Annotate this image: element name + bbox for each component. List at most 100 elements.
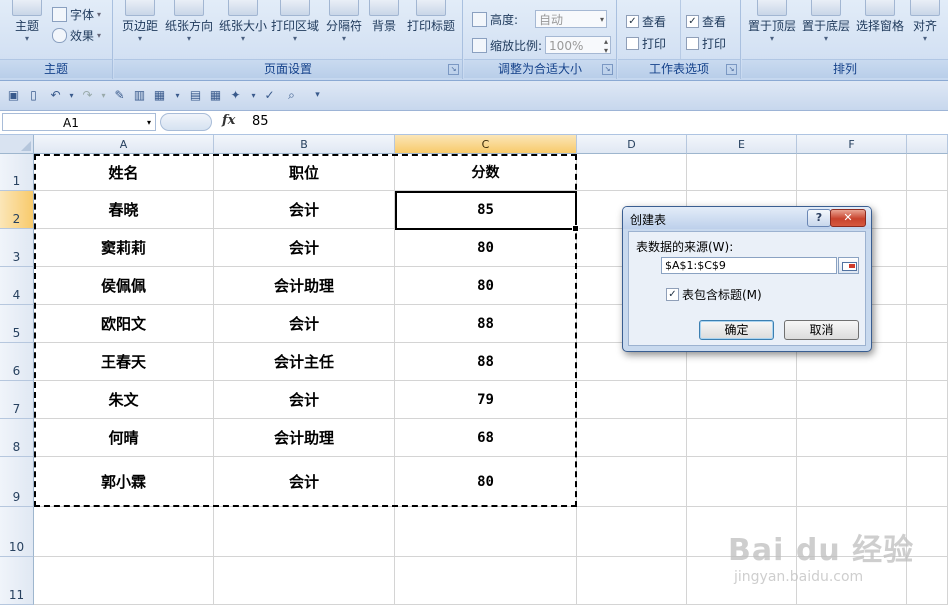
cell-d1[interactable] xyxy=(577,154,687,191)
cell-e1[interactable] xyxy=(687,154,797,191)
dialog-launcher-icon[interactable]: ↘ xyxy=(602,64,613,75)
fonts-button[interactable]: 字体 ▾ xyxy=(52,6,101,23)
cell-g4[interactable] xyxy=(907,267,948,305)
chevron-down-icon[interactable]: ▾ xyxy=(246,88,261,103)
cell-a11[interactable] xyxy=(34,557,214,605)
row-header-4[interactable]: 4 xyxy=(0,267,34,305)
cell-g7[interactable] xyxy=(907,381,948,419)
print-area-button[interactable]: 打印区域 ▾ xyxy=(270,0,320,43)
print-preview-icon[interactable]: ⌕ xyxy=(284,88,299,103)
cell-b10[interactable] xyxy=(214,507,395,557)
chart-icon[interactable]: ▥ xyxy=(132,88,147,103)
cell-c5[interactable]: 88 xyxy=(395,305,577,343)
cell-g8[interactable] xyxy=(907,419,948,457)
chevron-down-icon[interactable]: ▾ xyxy=(64,88,79,103)
chevron-down-icon[interactable]: ▾ xyxy=(96,88,111,103)
size-button[interactable]: 纸张大小 ▾ xyxy=(218,0,268,43)
customize-toolbar-icon[interactable]: ▾ xyxy=(310,88,325,103)
cell-b2[interactable]: 会计 xyxy=(214,191,395,229)
cell-c1[interactable]: 分数 xyxy=(395,154,577,191)
cell-b3[interactable]: 会计 xyxy=(214,229,395,267)
cell-a3[interactable]: 窦莉莉 xyxy=(34,229,214,267)
formula-bar-splitter[interactable] xyxy=(160,113,212,131)
cell-g1[interactable] xyxy=(907,154,948,191)
cell-d11[interactable] xyxy=(577,557,687,605)
column-header-partial[interactable] xyxy=(907,135,948,154)
row-header-7[interactable]: 7 xyxy=(0,381,34,419)
cell-c6[interactable]: 88 xyxy=(395,343,577,381)
gridlines-print-checkbox[interactable]: 打印 xyxy=(626,35,666,52)
send-to-back-button[interactable]: 置于底层 ▾ xyxy=(800,0,852,43)
row-header-9[interactable]: 9 xyxy=(0,457,34,507)
has-headers-checkbox[interactable]: ✓ 表包含标题(M) xyxy=(666,286,762,303)
print-titles-button[interactable]: 打印标题 xyxy=(404,0,458,34)
cell-c7[interactable]: 79 xyxy=(395,381,577,419)
column-header-f[interactable]: F xyxy=(797,135,907,154)
cell-f9[interactable] xyxy=(797,457,907,507)
cell-f7[interactable] xyxy=(797,381,907,419)
cell-e8[interactable] xyxy=(687,419,797,457)
dialog-launcher-icon[interactable]: ↘ xyxy=(448,64,459,75)
cell-c4[interactable]: 80 xyxy=(395,267,577,305)
row-header-6[interactable]: 6 xyxy=(0,343,34,381)
cell-b6[interactable]: 会计主任 xyxy=(214,343,395,381)
cancel-button[interactable]: 取消 xyxy=(784,320,859,340)
ok-button[interactable]: 确定 xyxy=(699,320,774,340)
scale-spinner[interactable]: 100% ▴ ▾ xyxy=(545,36,612,55)
cell-d8[interactable] xyxy=(577,419,687,457)
undo-icon[interactable]: ↶ xyxy=(48,88,63,103)
spelling-icon[interactable]: ✓ xyxy=(262,88,277,103)
cell-a1[interactable]: 姓名 xyxy=(34,154,214,191)
themes-button[interactable]: 主题 ▾ xyxy=(6,0,48,43)
effects-button[interactable]: 效果 ▾ xyxy=(52,27,101,44)
cell-b9[interactable]: 会计 xyxy=(214,457,395,507)
dialog-titlebar[interactable]: 创建表 ? ✕ xyxy=(623,207,871,229)
dialog-launcher-icon[interactable]: ↘ xyxy=(726,64,737,75)
cell-d10[interactable] xyxy=(577,507,687,557)
cell-a7[interactable]: 朱文 xyxy=(34,381,214,419)
height-select[interactable]: 自动 ▾ xyxy=(535,10,608,28)
format-painter-icon[interactable]: ✎ xyxy=(112,88,127,103)
cell-c10[interactable] xyxy=(395,507,577,557)
orientation-button[interactable]: 纸张方向 ▾ xyxy=(164,0,214,43)
align-button[interactable]: 对齐 ▾ xyxy=(908,0,942,43)
cell-c3[interactable]: 80 xyxy=(395,229,577,267)
tools-icon[interactable]: ✦ xyxy=(228,88,243,103)
cell-a2[interactable]: 春晓 xyxy=(34,191,214,229)
cell-a10[interactable] xyxy=(34,507,214,557)
cell-a8[interactable]: 何晴 xyxy=(34,419,214,457)
cell-c8[interactable]: 68 xyxy=(395,419,577,457)
background-button[interactable]: 背景 xyxy=(368,0,400,34)
column-header-c[interactable]: C xyxy=(395,135,577,154)
cell-d9[interactable] xyxy=(577,457,687,507)
save-icon[interactable]: ▣ xyxy=(6,88,21,103)
cell-f8[interactable] xyxy=(797,419,907,457)
close-button[interactable]: ✕ xyxy=(830,209,866,227)
form-icon[interactable]: ▤ xyxy=(188,88,203,103)
cell-b11[interactable] xyxy=(214,557,395,605)
chevron-down-icon[interactable]: ▾ xyxy=(147,114,151,132)
selection-pane-button[interactable]: 选择窗格 xyxy=(854,0,906,34)
range-picker-icon[interactable] xyxy=(838,257,859,274)
breaks-button[interactable]: 分隔符 ▾ xyxy=(322,0,366,43)
row-header-1[interactable]: 1 xyxy=(0,154,34,191)
cell-b8[interactable]: 会计助理 xyxy=(214,419,395,457)
insert-function-icon[interactable]: fx xyxy=(222,113,235,128)
new-document-icon[interactable]: ▯ xyxy=(26,88,41,103)
redo-icon[interactable]: ↷ xyxy=(80,88,95,103)
border-icon[interactable]: ▦ xyxy=(152,88,167,103)
column-header-a[interactable]: A xyxy=(34,135,214,154)
column-header-b[interactable]: B xyxy=(214,135,395,154)
cell-b7[interactable]: 会计 xyxy=(214,381,395,419)
column-header-d[interactable]: D xyxy=(577,135,687,154)
row-header-2[interactable]: 2 xyxy=(0,191,34,229)
bring-to-front-button[interactable]: 置于顶层 ▾ xyxy=(746,0,798,43)
source-range-input[interactable]: $A$1:$C$9 xyxy=(661,257,837,274)
cell-b5[interactable]: 会计 xyxy=(214,305,395,343)
cell-f1[interactable] xyxy=(797,154,907,191)
cell-a4[interactable]: 侯佩佩 xyxy=(34,267,214,305)
cell-g6[interactable] xyxy=(907,343,948,381)
name-box[interactable]: A1 ▾ xyxy=(2,113,156,131)
cell-a5[interactable]: 欧阳文 xyxy=(34,305,214,343)
cell-e9[interactable] xyxy=(687,457,797,507)
